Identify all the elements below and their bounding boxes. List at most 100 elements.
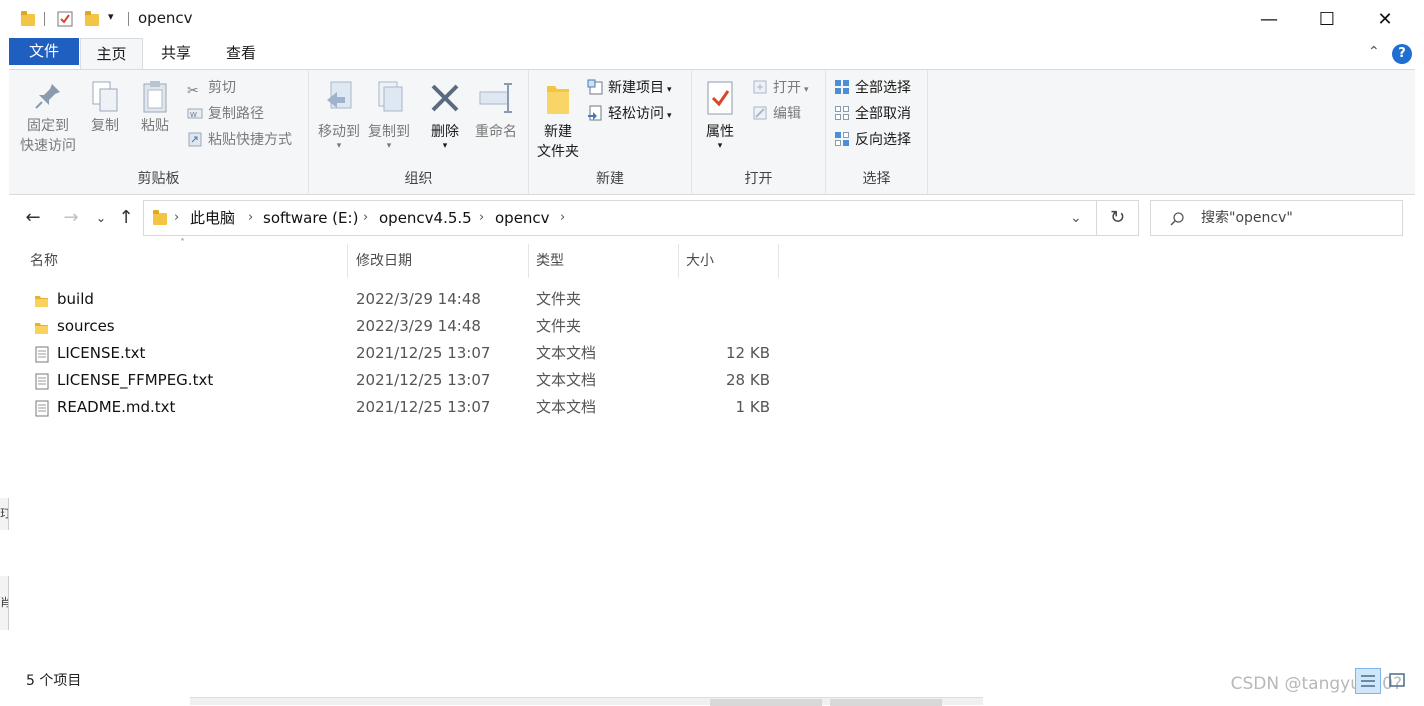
group-clipboard: 固定到 快速访问 复制 粘贴 ✂ 剪切 W 复制路径 粘贴快捷方式 剪贴板 [9, 70, 309, 194]
copy-to-button[interactable]: 复制到 ▾ [363, 80, 415, 151]
properties-button[interactable]: 属性 ▾ [696, 80, 744, 151]
customize-quick-access-icon[interactable]: ▾ [108, 10, 114, 23]
refresh-icon[interactable]: ↻ [1097, 200, 1139, 236]
copy-path-button[interactable]: W 复制路径 [187, 103, 264, 125]
move-to-button[interactable]: 移动到 ▾ [313, 80, 365, 151]
breadcrumb-chevron-icon[interactable]: › [363, 201, 368, 235]
breadcrumb-chevron-icon[interactable]: › [560, 201, 565, 235]
search-input[interactable] [1199, 207, 1394, 229]
new-item-button[interactable]: 新建项目 ▾ [587, 77, 672, 99]
new-item-icon [587, 79, 603, 95]
delete-x-icon [431, 84, 459, 112]
edit-button[interactable]: 编辑 [752, 103, 801, 125]
forward-arrow-icon[interactable]: → [58, 204, 84, 232]
pin-icon [35, 84, 60, 109]
text-file-icon [34, 399, 50, 426]
file-name: README.md.txt [57, 398, 176, 416]
close-button[interactable]: ✕ [1356, 0, 1414, 38]
rename-icon [479, 83, 512, 113]
file-size: 28 KB [726, 371, 770, 389]
paste-shortcut-button[interactable]: 粘贴快捷方式 [187, 129, 292, 151]
column-divider[interactable] [778, 244, 779, 278]
file-date: 2022/3/29 14:48 [356, 317, 481, 335]
file-type: 文本文档 [536, 344, 597, 362]
open-icon [752, 79, 768, 95]
navigation-bar: ← → ⌄ ↑ › 此电脑 › software (E:) › opencv4.… [0, 196, 1424, 242]
scissors-icon: ✂ [187, 83, 199, 99]
breadcrumb-chevron-icon[interactable]: › [174, 201, 179, 235]
minimize-button[interactable]: — [1240, 0, 1298, 38]
paste-button[interactable]: 粘贴 [133, 80, 177, 136]
new-folder-quick-icon[interactable] [84, 11, 100, 27]
group-select: 全部选择 全部取消 反向选择 选择 [826, 70, 928, 194]
copy-button[interactable]: 复制 [83, 80, 127, 136]
copy-icon [92, 81, 118, 112]
select-none-button[interactable]: 全部取消 [834, 103, 911, 125]
breadcrumb-chevron-icon[interactable]: › [248, 201, 253, 235]
breadcrumb-this-pc[interactable]: 此电脑 [190, 201, 235, 235]
window-title: opencv [138, 9, 193, 27]
group-label-open: 打开 [744, 171, 773, 187]
details-view-button[interactable] [1355, 668, 1381, 694]
back-arrow-icon[interactable]: ← [20, 204, 46, 232]
pin-to-quick-access-button[interactable]: 固定到 快速访问 [15, 80, 81, 156]
column-header-type[interactable]: 类型 [528, 244, 678, 278]
file-row[interactable]: LICENSE.txt 2021/12/25 13:07 文本文档 12 KB [20, 340, 780, 367]
properties-quick-icon[interactable] [57, 11, 73, 27]
tab-home[interactable]: 主页 [80, 38, 143, 70]
breadcrumb-opencv455[interactable]: opencv4.5.5 [379, 201, 472, 235]
file-row[interactable]: build 2022/3/29 14:48 文件夹 [20, 286, 780, 313]
breadcrumb-opencv[interactable]: opencv [495, 201, 550, 235]
file-row[interactable]: LICENSE_FFMPEG.txt 2021/12/25 13:07 文本文档… [20, 367, 780, 394]
file-name: sources [57, 317, 115, 335]
address-bar[interactable]: › 此电脑 › software (E:) › opencv4.5.5 › op… [143, 200, 1097, 236]
breadcrumb-chevron-icon[interactable]: › [479, 201, 484, 235]
file-type: 文本文档 [536, 398, 597, 416]
status-item-count: 5 个项目 [26, 673, 82, 689]
details-view-icon [1361, 675, 1375, 687]
group-label-clipboard: 剪贴板 [137, 171, 180, 187]
breadcrumb-software-drive[interactable]: software (E:) [263, 201, 358, 235]
new-folder-button[interactable]: 新建 文件夹 [533, 80, 583, 162]
easy-access-icon [587, 105, 603, 121]
address-history-chevron-icon[interactable]: ⌄ [1070, 201, 1082, 235]
tab-file[interactable]: 文件 [9, 38, 79, 65]
properties-check-icon [707, 81, 733, 115]
file-size: 1 KB [735, 398, 770, 416]
select-none-icon [834, 105, 850, 121]
file-row[interactable]: sources 2022/3/29 14:48 文件夹 [20, 313, 780, 340]
rename-button[interactable]: 重命名 [469, 80, 523, 142]
file-date: 2022/3/29 14:48 [356, 290, 481, 308]
recent-locations-chevron-icon[interactable]: ⌄ [92, 204, 110, 232]
group-open: 属性 ▾ 打开 ▾ 编辑 打开 [692, 70, 826, 194]
file-name: build [57, 290, 94, 308]
file-row[interactable]: README.md.txt 2021/12/25 13:07 文本文档 1 KB [20, 394, 780, 421]
easy-access-button[interactable]: 轻松访问 ▾ [587, 103, 672, 125]
search-box[interactable] [1150, 200, 1403, 236]
group-label-new: 新建 [596, 171, 624, 187]
group-organize: 移动到 ▾ 复制到 ▾ 删除 ▾ 重命名 组织 [309, 70, 529, 194]
cut-button[interactable]: ✂ 剪切 [187, 77, 236, 99]
folder-icon [20, 11, 36, 27]
column-header-name[interactable]: 名称 [22, 244, 346, 278]
column-header-size[interactable]: 大小 [678, 244, 778, 278]
file-name: LICENSE.txt [57, 344, 146, 362]
tab-view[interactable]: 查看 [215, 38, 267, 70]
open-button[interactable]: 打开 ▾ [752, 77, 809, 99]
file-date: 2021/12/25 13:07 [356, 371, 491, 389]
svg-text:W: W [190, 111, 197, 119]
invert-selection-icon [834, 131, 850, 147]
select-all-button[interactable]: 全部选择 [834, 77, 911, 99]
maximize-button[interactable]: ☐ [1298, 0, 1356, 38]
divider [44, 12, 45, 26]
large-icons-view-button[interactable] [1385, 668, 1411, 694]
up-arrow-icon[interactable]: ↑ [114, 204, 138, 232]
tab-share[interactable]: 共享 [150, 38, 202, 70]
delete-button[interactable]: 删除 ▾ [423, 80, 467, 151]
horizontal-scrollbar[interactable] [190, 697, 983, 706]
invert-selection-button[interactable]: 反向选择 [834, 129, 911, 151]
column-header-date[interactable]: 修改日期 [348, 244, 528, 278]
help-icon[interactable]: ? [1392, 44, 1412, 64]
ribbon-tabs: 文件 主页 共享 查看 ⌃ ? [0, 38, 1424, 70]
collapse-ribbon-icon[interactable]: ⌃ [1368, 44, 1380, 60]
